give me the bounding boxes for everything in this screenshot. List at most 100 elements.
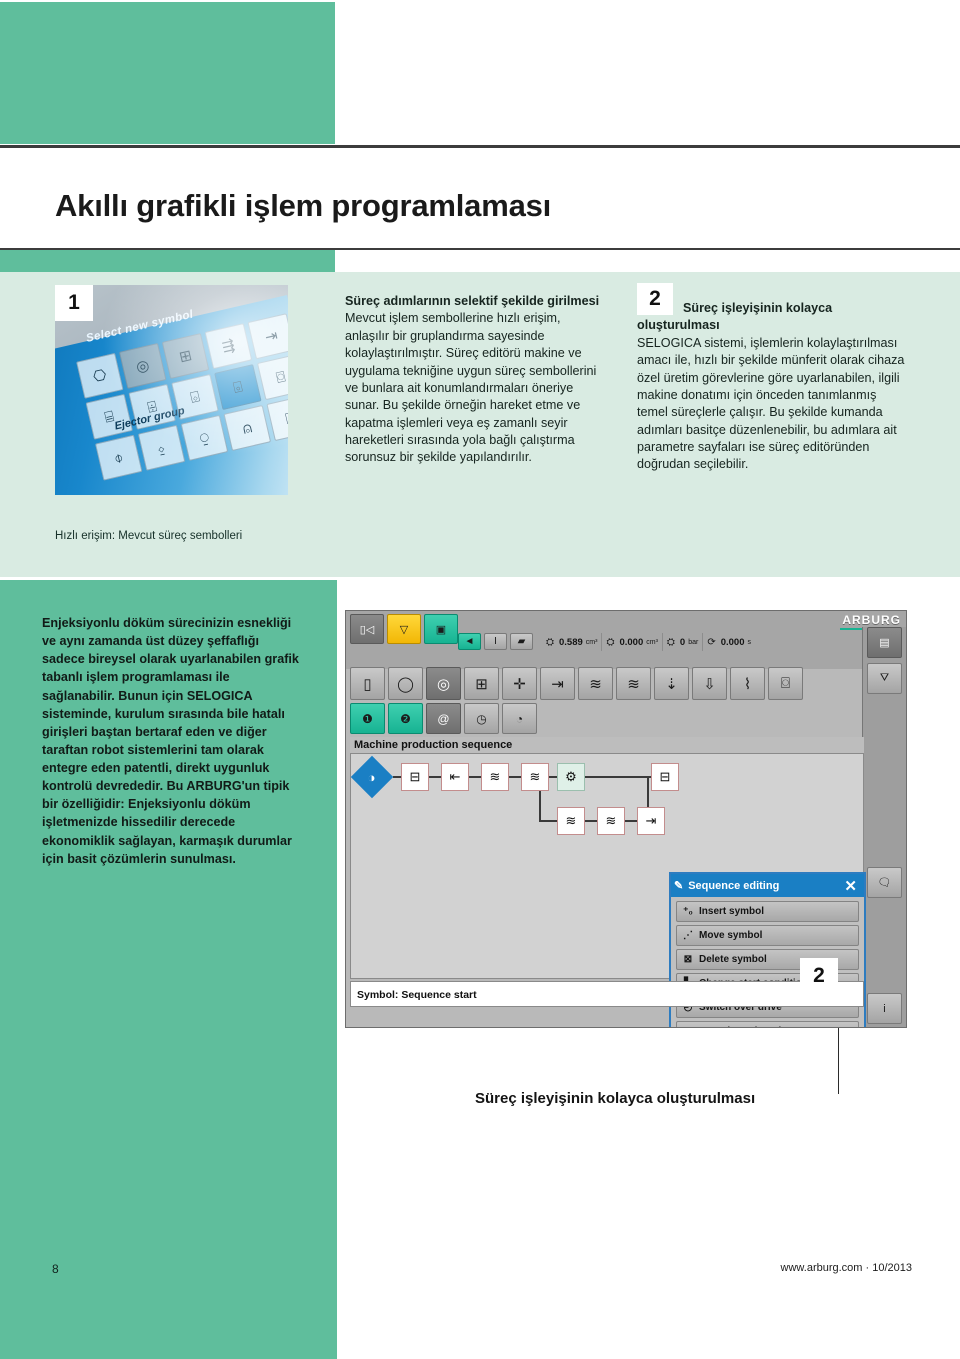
symbol-tile: ⌸ <box>85 393 134 440</box>
status-value: 0 <box>679 636 686 648</box>
heating-icon[interactable]: ⇩ <box>692 667 727 700</box>
ejector-group-icon[interactable]: ◎ <box>426 667 461 700</box>
menu-item-label: Delete symbol <box>699 954 767 965</box>
delete-symbol-icon: ⊠ <box>683 954 693 965</box>
sequence-node[interactable]: ≋ <box>481 763 509 791</box>
symbol-tile: ⍜ <box>180 414 229 461</box>
sequence-node[interactable]: ⇥ <box>637 807 665 835</box>
status-cell: ⛭ 0 bar <box>661 633 702 651</box>
screenshot-caption: Süreç işleyişinin kolayca oluşturulması <box>475 1090 756 1107</box>
menu-item-label: Move branch end <box>699 1026 781 1027</box>
pencil-icon: ✎ <box>674 880 684 892</box>
intro-paragraph: Enjeksiyonlu döküm sürecinizin esnekliği… <box>42 616 299 866</box>
warning-triangle-icon[interactable]: ▽ <box>387 614 421 644</box>
robot-icon[interactable]: ⌼ <box>768 667 803 700</box>
cycle-time-icon: ⟳ <box>707 636 715 648</box>
callout-badge-2-screenshot: 2 <box>800 958 838 994</box>
insert-symbol-icon: ⁺₀ <box>683 906 693 917</box>
feature-body-2: SELOGICA sistemi, işlemlerin kolaylaştır… <box>637 335 905 472</box>
info-i-icon[interactable]: I <box>484 633 507 650</box>
move-symbol-icon: ⋰ <box>683 930 693 941</box>
info-button[interactable]: i <box>867 993 902 1024</box>
sequence-node[interactable]: ≋ <box>521 763 549 791</box>
secondary-toolbar: ◄ I ▰ <box>458 633 533 650</box>
machine-mode-icon[interactable]: ▯◁ <box>350 614 384 644</box>
unit-icon[interactable]: ▰ <box>510 633 533 650</box>
sequence-node[interactable]: ⊟ <box>401 763 429 791</box>
sequence-canvas[interactable]: ◑ ⊟ ⇤ ≋ ≋ ⚙ ≋ ≋ ⇥ ⊟ ✎ Sequence editing ✕… <box>350 753 866 1027</box>
page-number: 8 <box>52 1262 59 1276</box>
symbol-tile: ⌽ <box>94 434 143 481</box>
ui-status-bar: Symbol: Sequence start <box>350 981 864 1007</box>
sequence-node[interactable]: ≋ <box>597 807 625 835</box>
status-readout-bar: ⛭ 0.589 cm³ ⛭ 0.000 cm³ ⛭ 0 bar ⟳ 0.000 … <box>542 633 906 651</box>
status-cell: ⛭ 0.000 cm³ <box>601 633 661 651</box>
sequence-node[interactable]: ⇤ <box>441 763 469 791</box>
note-icon[interactable]: 🗨 <box>867 867 902 898</box>
sequence-start-node[interactable]: ◑ <box>350 755 394 799</box>
status-cell: ⟳ 0.000 s <box>702 633 755 651</box>
counter-icon[interactable]: ◔ <box>502 703 537 734</box>
photo-caption: Hızlı erişim: Mevcut süreç sembolleri <box>55 530 243 542</box>
status-cell: ⛭ 0.589 cm³ <box>542 633 601 651</box>
status-unit: s <box>747 638 752 646</box>
symbol-tile: ⍚ <box>137 424 186 471</box>
status-unit: bar <box>688 638 699 646</box>
top-green-block <box>0 2 335 144</box>
menu-item-insert-symbol[interactable]: ⁺₀ Insert symbol <box>676 901 859 922</box>
color-legend-icon[interactable]: ▤ <box>867 627 902 658</box>
timer-icon[interactable]: ◷ <box>464 703 499 734</box>
symbol-tile: ⍞ <box>266 395 288 442</box>
program-2-icon[interactable]: ❷ <box>388 703 423 734</box>
page-title: Akıllı grafikli işlem programlaması <box>55 188 552 223</box>
feature-body-1: Mevcut işlem sembollerine hızlı erişim, … <box>345 311 597 465</box>
sequence-node-gear[interactable]: ⚙ <box>557 763 585 791</box>
page-back-icon[interactable]: ◄ <box>458 633 481 650</box>
footer-note: www.arburg.com · 10/2013 <box>780 1262 912 1274</box>
header-divider <box>0 145 960 148</box>
sequence-node[interactable]: ≋ <box>557 807 585 835</box>
probe-icon[interactable]: ⌇ <box>730 667 765 700</box>
circle-icon[interactable]: ◯ <box>388 667 423 700</box>
feature-column-right: Süreç işleyişinin kolayca oluşturulması … <box>637 300 909 474</box>
status-value: 0.000 <box>720 636 745 648</box>
dialog-title: Sequence editing <box>688 879 780 892</box>
menu-item-move-symbol[interactable]: ⋰ Move symbol <box>676 925 859 946</box>
symbol-tile: ⌼ <box>256 354 288 401</box>
pressure-icon: ⛭ <box>666 636 675 648</box>
core-pull-icon[interactable]: ⊞ <box>464 667 499 700</box>
mould-icon[interactable]: ▯ <box>350 667 385 700</box>
connector-line <box>539 820 649 822</box>
temperature-icon[interactable]: ⇣ <box>654 667 689 700</box>
accent-band <box>0 250 335 272</box>
feature-heading-2: Süreç işleyişinin kolayca oluşturulması <box>637 301 833 333</box>
callout-badge-1: 1 <box>55 285 93 321</box>
menu-item-label: Move symbol <box>699 930 763 941</box>
at-sequence-icon[interactable]: @ <box>426 703 461 734</box>
symbol-toolbar-row-2: ❶ ❷ @ ◷ ◔ <box>350 703 537 734</box>
mould-open-icon[interactable]: ▣ <box>424 614 458 644</box>
status-unit: cm³ <box>585 638 598 646</box>
menu-item-move-branch-end[interactable]: ℘ Move branch end <box>676 1021 859 1027</box>
status-value: 0.589 <box>559 636 583 648</box>
screw-volume-icon: ⛭ <box>546 636 554 648</box>
close-icon[interactable]: ✕ <box>844 877 861 895</box>
callout-badge-2: 2 <box>637 283 673 315</box>
dialog-header: ✎ Sequence editing ✕ <box>671 874 864 897</box>
screw-icon[interactable]: ≋ <box>578 667 613 700</box>
status-value: 0.000 <box>619 636 644 648</box>
callout-leader-line <box>838 1028 839 1094</box>
sequence-node[interactable]: ⊟ <box>651 763 679 791</box>
dosage-volume-icon: ⛭ <box>606 636 614 648</box>
menu-item-label: Insert symbol <box>699 906 765 917</box>
program-1-icon[interactable]: ❶ <box>350 703 385 734</box>
feature-column-middle: Süreç adımlarının selektif şekilde giril… <box>345 293 607 467</box>
right-tool-rail: ▤ ⛛ 🗨 i <box>862 627 906 1027</box>
symbol-tile: ⍝ <box>223 404 272 451</box>
dosage-icon[interactable]: ≋ <box>616 667 651 700</box>
nozzle-icon[interactable]: ✛ <box>502 667 537 700</box>
clamp-icon[interactable]: ⇥ <box>540 667 575 700</box>
primary-toolbar: ▯◁ ▽ ▣ <box>350 614 458 644</box>
sequence-overview-icon[interactable]: ⛛ <box>867 663 902 694</box>
intro-block: Enjeksiyonlu döküm sürecinizin esnekliği… <box>0 580 337 1359</box>
